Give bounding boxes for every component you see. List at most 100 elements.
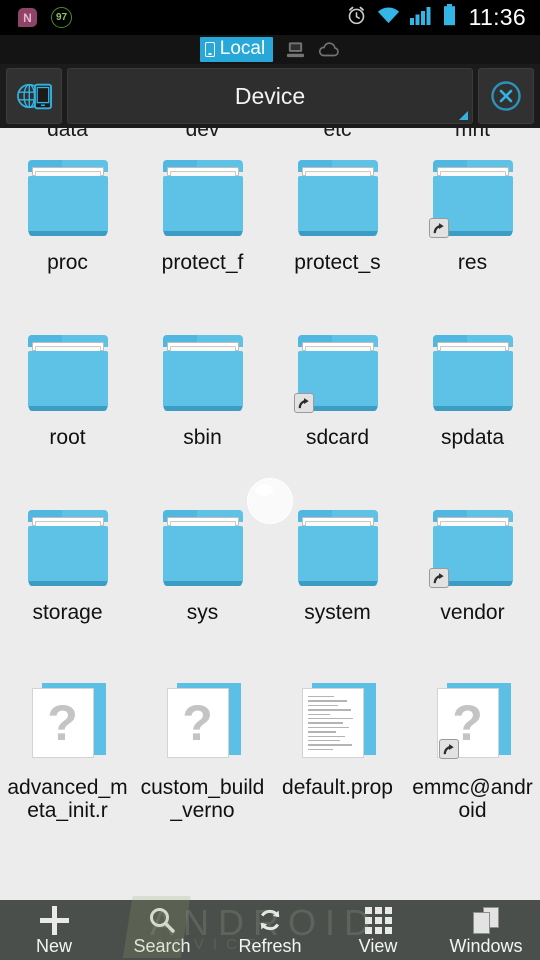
path-header: Device [0,64,540,128]
file-grid-item-label: sdcard [305,426,370,449]
tab-cloud[interactable] [318,41,340,58]
toolbar-windows-button[interactable]: Windows [432,900,540,960]
globe-device-icon [17,83,52,110]
folder-icon [423,331,523,419]
file-grid-item-label: sbin [183,426,222,449]
toolbar-new-label: New [35,935,72,956]
file-grid-item[interactable]: root [0,323,135,498]
file-grid-item[interactable]: protect_s [270,148,405,323]
file-grid-item[interactable]: sys [135,498,270,673]
file-grid-item[interactable]: ? custom_build_verno [135,673,270,863]
status-bar-right: 11:36 [346,4,540,31]
status-bar-clock: 11:36 [468,4,526,30]
tab-local[interactable]: Local [199,37,274,62]
toolbar-search-button[interactable]: Search [108,900,216,960]
folder-icon [153,156,253,244]
file-grid-item-label: storage [32,601,103,624]
file-grid-item-label: root [49,426,86,449]
folder-icon [153,331,253,419]
clipped-label-dev: dev [185,128,220,140]
cloud-icon [319,41,339,56]
toolbar-new-button[interactable]: New [0,900,108,960]
battery-icon [443,4,456,31]
status-bar-left: N 97 [0,7,72,28]
cellular-signal-icon [409,5,434,30]
file-grid-item[interactable]: res [405,148,540,323]
file-grid-item-label: custom_build_verno [140,776,265,822]
close-button[interactable] [478,68,534,124]
status-bar: N 97 11:36 [0,0,540,35]
close-circle-icon [491,81,521,111]
folder-icon [288,331,388,419]
file-grid-item-label: protect_f [161,251,244,274]
file-grid-item-label: default.prop [282,776,393,799]
resize-corner-icon[interactable] [459,111,468,120]
file-grid-item[interactable]: ? emmc@android [405,673,540,863]
page-title: Device [234,82,306,109]
path-field[interactable]: Device [67,68,473,124]
shortcut-link-icon [428,218,449,238]
wifi-icon [376,5,401,30]
toolbar-windows-label: Windows [449,935,523,956]
file-grid-item-label: protect_s [294,251,381,274]
computer-icon [287,41,305,57]
search-icon [148,906,176,935]
file-grid-item[interactable]: spdata [405,323,540,498]
windows-icon [473,906,499,935]
app-screen: N 97 11:36 Local Device data dev etc mnt… [0,0,540,960]
file-grid-item[interactable]: vendor [405,498,540,673]
folder-icon [18,331,118,419]
tab-local-label: Local [219,38,266,59]
nova-badge-icon: N [18,8,37,27]
file-grid-item[interactable]: sdcard [270,323,405,498]
file-grid-item[interactable]: storage [0,498,135,673]
toolbar-refresh-button[interactable]: Refresh [216,900,324,960]
clipped-label-data: data [47,128,88,140]
unknown-file-icon: ? [18,681,118,769]
unknown-file-icon: ? [153,681,253,769]
folder-icon [423,156,523,244]
text-file-icon [288,681,388,769]
battery-percent-icon: 97 [51,7,72,28]
folder-icon [18,506,118,594]
clipped-top-row: data dev etc mnt [0,128,540,140]
file-grid-item-label: res [457,251,488,274]
file-grid-item-label: emmc@android [412,776,533,822]
file-grid-item[interactable]: protect_f [135,148,270,323]
bottom-toolbar: New Search Refresh View Windows [0,900,540,960]
folder-icon [423,506,523,594]
device-switch-button[interactable] [6,68,62,124]
file-grid-item-label: system [304,601,371,624]
grid-view-icon [364,906,392,935]
clipped-label-etc: etc [323,128,352,140]
file-grid-area[interactable]: data dev etc mnt proc protect_f protect_s r… [0,128,540,900]
file-grid-item-label: vendor [440,601,505,624]
shortcut-link-icon [428,568,449,588]
clipped-label-mnt: mnt [454,128,490,140]
file-grid-item-label: proc [47,251,88,274]
folder-icon [288,506,388,594]
file-grid-item[interactable]: sbin [135,323,270,498]
file-grid-item[interactable]: proc [0,148,135,323]
toolbar-refresh-label: Refresh [238,935,302,956]
toolbar-view-button[interactable]: View [324,900,432,960]
shortcut-link-icon [438,739,459,759]
file-grid-item-label: spdata [440,426,505,449]
file-grid: proc protect_f protect_s res root sbin sdcard s… [0,148,540,863]
phone-icon [204,41,215,57]
file-grid-item-label: advanced_meta_init.r [7,776,128,822]
file-grid-item[interactable]: default.prop [270,673,405,863]
folder-icon [153,506,253,594]
plus-icon [39,905,69,935]
toolbar-search-label: Search [133,935,191,956]
refresh-icon [256,906,284,935]
folder-icon [288,156,388,244]
file-grid-item[interactable]: system [270,498,405,673]
file-grid-item[interactable]: ? advanced_meta_init.r [0,673,135,863]
file-grid-item-label: sys [186,601,219,624]
alarm-clock-icon [346,5,367,31]
tab-strip: Local [0,35,540,64]
shortcut-link-icon [293,393,314,413]
folder-icon [18,156,118,244]
tab-computer[interactable] [286,41,305,59]
